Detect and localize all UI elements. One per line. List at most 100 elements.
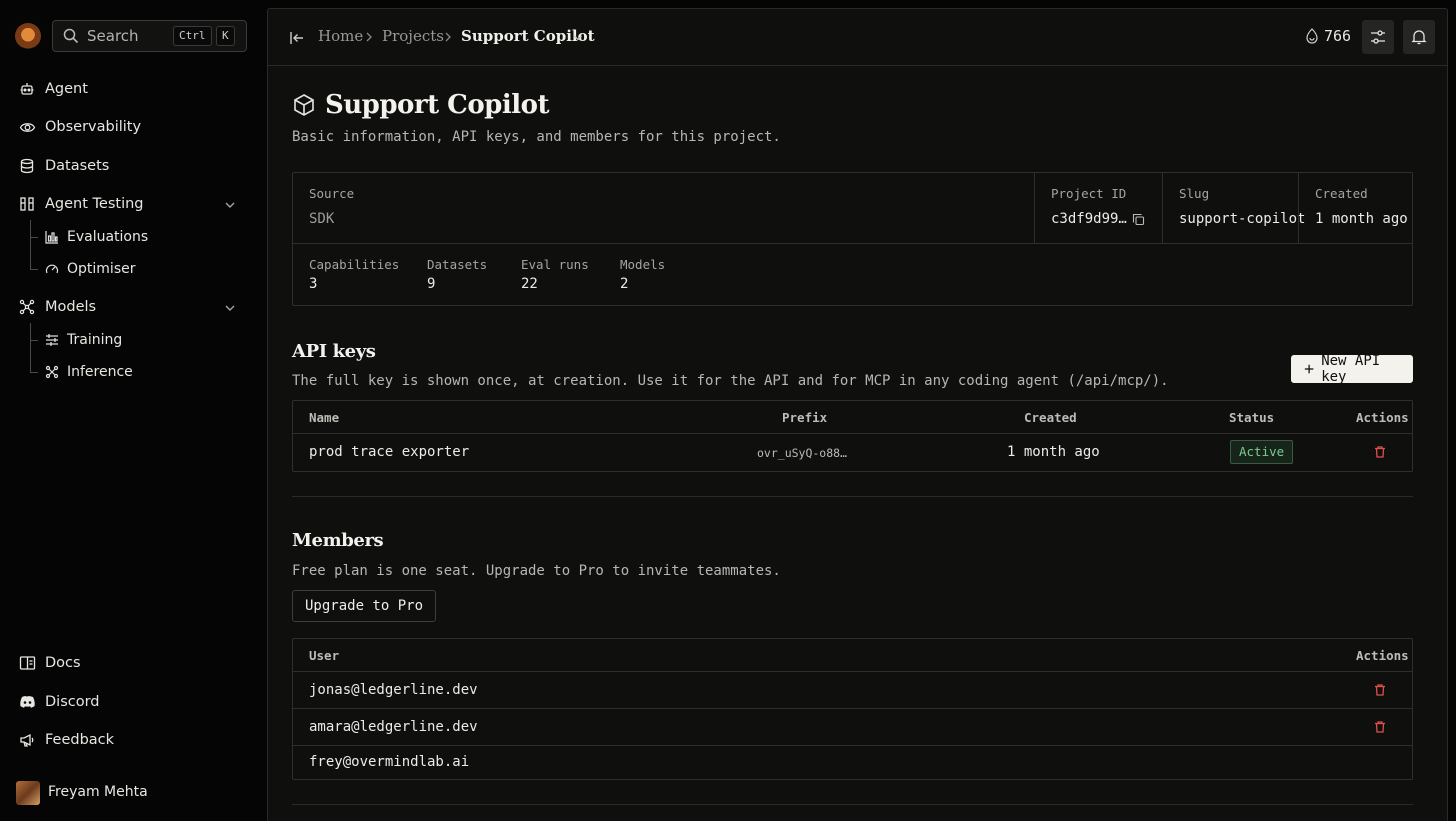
bell-icon — [1411, 30, 1427, 45]
chart-icon — [44, 229, 60, 245]
new-api-key-button[interactable]: New API key — [1291, 353, 1413, 385]
sidebar-item-feedback[interactable]: Feedback — [18, 731, 114, 749]
members-description: Free plan is one seat. Upgrade to Pro to… — [292, 563, 781, 579]
source-cell: Source SDK — [293, 173, 1034, 244]
app-logo[interactable] — [15, 23, 41, 49]
api-keys-description: The full key is shown once, at creation.… — [292, 373, 1169, 389]
source-label: Source — [309, 186, 355, 201]
sidebar-item-models[interactable]: Models — [18, 298, 96, 316]
trash-icon[interactable] — [1373, 683, 1387, 697]
sidebar-item-evaluations[interactable]: Evaluations — [44, 229, 148, 245]
sidebar-item-label: Optimiser — [67, 261, 136, 277]
column-actions: Actions — [1356, 410, 1409, 425]
stat-value: 2 — [620, 276, 629, 292]
chevron-right-icon — [366, 32, 372, 42]
created-label: Created — [1315, 186, 1368, 201]
search-label: Search — [87, 27, 139, 45]
column-user: User — [309, 648, 340, 663]
stat-value: 3 — [309, 276, 318, 292]
info-row: Source SDK Project ID c3df9d99… Slug sup… — [293, 173, 1412, 244]
chevron-down-icon[interactable] — [573, 32, 583, 44]
tree-line — [30, 323, 38, 341]
settings-button[interactable] — [1362, 20, 1394, 54]
table-row: frey@overmindlab.ai — [293, 746, 1412, 779]
slug-label: Slug — [1179, 186, 1210, 201]
members-title: Members — [292, 530, 384, 551]
credits-indicator[interactable]: 766 — [1305, 27, 1351, 45]
column-actions: Actions — [1356, 648, 1409, 663]
user-name[interactable]: Freyam Mehta — [48, 784, 148, 800]
sidebar-item-datasets[interactable]: Datasets — [18, 157, 109, 175]
column-created: Created — [1024, 410, 1077, 425]
eye-icon — [18, 118, 36, 136]
nodes-icon — [44, 364, 60, 380]
api-keys-table: Name Prefix Created Status Actions prod … — [292, 400, 1413, 472]
sidebar-item-inference[interactable]: Inference — [44, 364, 133, 380]
sidebar-item-label: Models — [45, 299, 97, 315]
stat-eval-runs: Eval runs 22 — [521, 257, 589, 292]
created-value: 1 month ago — [1315, 211, 1408, 227]
sidebar-item-label: Training — [67, 332, 123, 348]
notifications-button[interactable] — [1403, 20, 1435, 54]
button-label: Upgrade to Pro — [305, 598, 424, 614]
member-email: jonas@ledgerline.dev — [309, 682, 478, 698]
sidebar-item-label: Evaluations — [67, 229, 149, 245]
stat-label: Datasets — [427, 257, 488, 272]
member-email: frey@overmindlab.ai — [309, 754, 470, 770]
sidebar-item-label: Docs — [45, 655, 81, 671]
section-divider — [292, 496, 1413, 497]
tree-line — [30, 341, 38, 373]
section-divider — [292, 804, 1413, 805]
kbd-k: K — [216, 26, 235, 46]
sidebar-item-label: Agent — [45, 81, 88, 97]
search-box[interactable]: Search Ctrl K — [52, 20, 247, 52]
sidebar-item-discord[interactable]: Discord — [18, 693, 100, 711]
project-id-value: c3df9d99… — [1051, 211, 1127, 227]
chevron-down-icon[interactable] — [224, 302, 236, 314]
breadcrumb-projects[interactable]: Projects — [382, 27, 444, 45]
robot-icon — [18, 80, 36, 98]
sidebar-item-agent-testing[interactable]: Agent Testing — [18, 195, 144, 213]
sidebar-item-training[interactable]: Training — [44, 332, 122, 348]
project-id-label: Project ID — [1051, 186, 1127, 201]
page-subtitle: Basic information, API keys, and members… — [292, 129, 781, 145]
sidebar-item-observability[interactable]: Observability — [18, 118, 141, 136]
sidebar-item-agent[interactable]: Agent — [18, 80, 88, 98]
sidebar-item-optimiser[interactable]: Optimiser — [44, 261, 135, 277]
sidebar-item-label: Observability — [45, 119, 142, 135]
sidebar-item-label: Inference — [67, 364, 133, 380]
upgrade-button[interactable]: Upgrade to Pro — [292, 590, 437, 622]
trash-icon[interactable] — [1373, 720, 1387, 734]
search-icon — [63, 28, 79, 44]
chevron-down-icon[interactable] — [224, 199, 236, 211]
table-row: jonas@ledgerline.dev — [293, 672, 1412, 709]
breadcrumb-home[interactable]: Home — [318, 27, 363, 45]
sidebar-item-label: Discord — [45, 694, 100, 710]
table-row: amara@ledgerline.dev — [293, 709, 1412, 746]
topbar: Home Projects Support Copilot 766 — [268, 9, 1447, 66]
flask-columns-icon — [18, 195, 36, 213]
stat-models: Models 2 — [620, 257, 665, 292]
credits-icon — [1306, 28, 1318, 44]
slug-value: support-copilot — [1179, 211, 1306, 227]
avatar[interactable] — [16, 781, 40, 805]
status-badge: Active — [1230, 440, 1294, 464]
gauge-icon — [44, 261, 60, 277]
project-id-cell: Project ID c3df9d99… — [1034, 173, 1162, 244]
api-keys-title: API keys — [292, 341, 376, 362]
members-table: User Actions jonas@ledgerline.dev amara@… — [292, 638, 1413, 780]
collapse-sidebar-icon[interactable] — [289, 30, 305, 46]
sidebar-item-label: Agent Testing — [45, 196, 144, 212]
stat-label: Models — [620, 257, 666, 272]
copy-icon[interactable] — [1132, 213, 1145, 226]
sidebar: Search Ctrl K Agent Observability Datase… — [0, 0, 260, 821]
stat-label: Eval runs — [521, 257, 589, 272]
sliders-icon — [1371, 30, 1385, 44]
book-icon — [18, 654, 36, 672]
stat-value: 22 — [521, 276, 538, 292]
table-header: User Actions — [293, 639, 1412, 672]
database-icon — [18, 157, 36, 175]
sidebar-item-docs[interactable]: Docs — [18, 654, 81, 672]
stat-datasets: Datasets 9 — [427, 257, 487, 292]
trash-icon[interactable] — [1373, 445, 1387, 459]
